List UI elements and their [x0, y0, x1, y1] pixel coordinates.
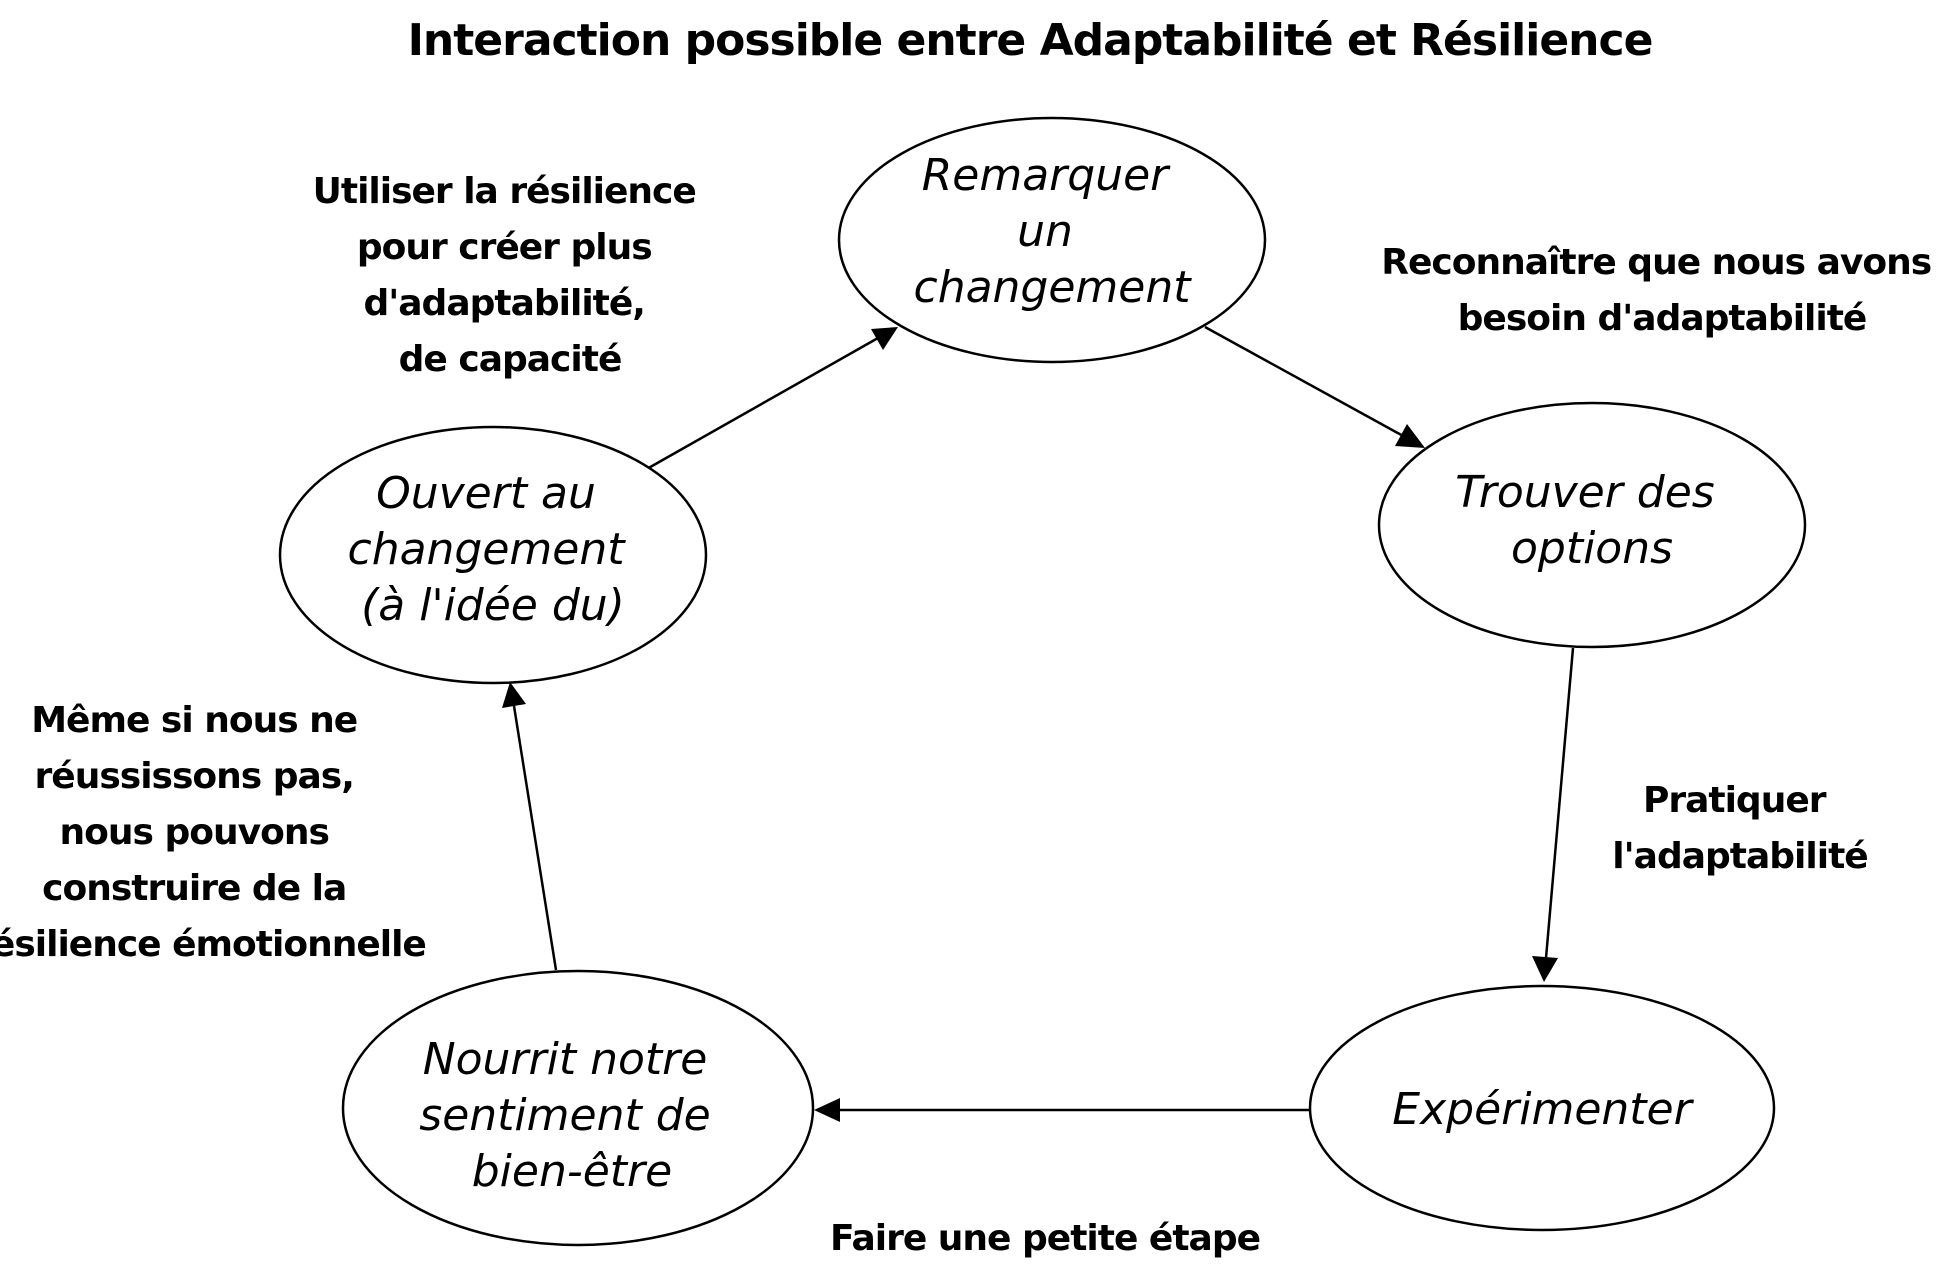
- annotation-utiliser-line-3: d'adaptabilité,: [363, 283, 645, 324]
- annotation-faire: Faire une petite étape: [830, 1218, 1260, 1259]
- annotation-reconnaitre-line-2: besoin d'adaptabilité: [1458, 298, 1867, 339]
- edge-remarquer-trouver: [1204, 325, 1406, 439]
- arrowhead-remarquer-trouver: [1395, 424, 1425, 448]
- arrowhead-nourrit-ouvert: [502, 682, 526, 708]
- annotation-utiliser-line-4: de capacité: [399, 339, 622, 380]
- annotation-pratiquer-line-2: l'adaptabilité: [1612, 836, 1867, 877]
- node-ouvert-line-2: changement: [348, 524, 627, 575]
- node-trouver: Trouver des options: [1377, 401, 1807, 649]
- node-experimenter-label: Expérimenter: [1392, 1084, 1694, 1135]
- node-remarquer-line-1: Remarquer: [922, 150, 1171, 201]
- annotation-meme-line-2: réussissons pas,: [35, 756, 354, 797]
- node-ouvert-label: Ouvert au changement (à l'idée du): [348, 468, 639, 631]
- annotation-reconnaitre: Reconnaître que nous avons besoin d'adap…: [1381, 242, 1942, 339]
- annotation-utiliser-line-1: Utiliser la résilience: [313, 171, 696, 212]
- node-remarquer-line-2: un: [1017, 206, 1073, 257]
- arrowhead-experimenter-nourrit: [814, 1098, 840, 1122]
- node-experimenter: Expérimenter: [1308, 984, 1776, 1232]
- annotation-meme: Même si nous ne réussissons pas, nous po…: [0, 700, 426, 965]
- node-ouvert-line-1: Ouvert au: [376, 468, 596, 519]
- node-remarquer-line-3: changement: [914, 262, 1193, 313]
- node-remarquer: Remarquer un changement: [837, 116, 1267, 364]
- node-ouvert-line-3: (à l'idée du): [361, 580, 625, 631]
- annotation-meme-line-4: construire de la: [42, 868, 346, 909]
- edge-trouver-experimenter: [1544, 647, 1575, 959]
- node-trouver-line-1: Trouver des: [1455, 467, 1714, 518]
- annotation-reconnaitre-line-1: Reconnaître que nous avons: [1381, 242, 1931, 283]
- arrowhead-trouver-experimenter: [1532, 956, 1558, 982]
- cycle-diagram: Interaction possible entre Adaptabilité …: [0, 15, 1942, 1259]
- annotation-meme-line-5: résilience émotionnelle: [0, 924, 426, 965]
- annotation-utiliser: Utiliser la résilience pour créer plus d…: [313, 171, 708, 380]
- node-ouvert: Ouvert au changement (à l'idée du): [278, 425, 708, 685]
- node-trouver-line-2: options: [1511, 523, 1673, 574]
- annotation-utiliser-line-2: pour créer plus: [357, 227, 652, 268]
- edge-nourrit-ouvert: [512, 705, 558, 971]
- node-nourrit-line-3: bien-être: [472, 1146, 672, 1197]
- node-nourrit-line-2: sentiment de: [419, 1090, 710, 1141]
- annotation-meme-line-1: Même si nous ne: [31, 700, 357, 741]
- node-nourrit: Nourrit notre sentiment de bien-être: [341, 969, 815, 1247]
- edge-ouvert-remarquer: [644, 336, 879, 472]
- diagram-title: Interaction possible entre Adaptabilité …: [408, 15, 1653, 66]
- node-nourrit-line-1: Nourrit notre: [423, 1034, 708, 1085]
- annotation-pratiquer-line-1: Pratiquer: [1643, 780, 1827, 821]
- annotation-meme-line-3: nous pouvons: [60, 812, 329, 853]
- annotation-pratiquer: Pratiquer l'adaptabilité: [1612, 780, 1867, 877]
